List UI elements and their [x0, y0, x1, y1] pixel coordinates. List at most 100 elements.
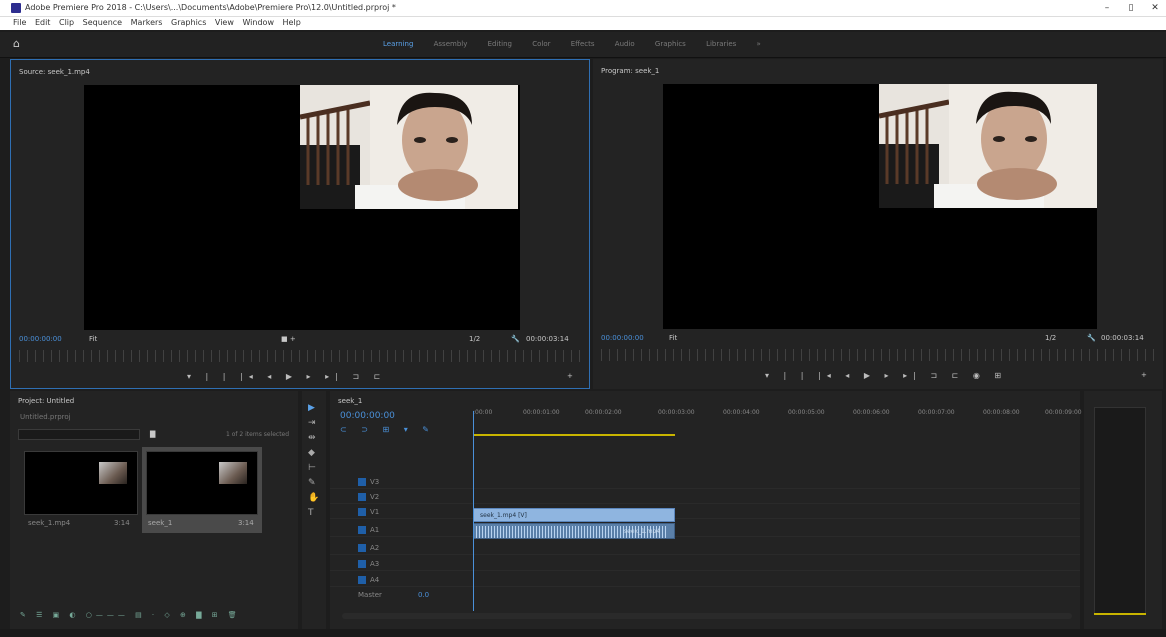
- track-target-toggle[interactable]: [358, 493, 366, 501]
- track-v1[interactable]: V1: [330, 505, 1080, 519]
- menu-help[interactable]: Help: [283, 18, 301, 27]
- workspace-assembly[interactable]: Assembly: [434, 40, 468, 48]
- timeline-ruler[interactable]: :00:00 00:00:01:00 00:00:02:00 00:00:03:…: [473, 409, 1082, 421]
- track-label: V2: [370, 493, 380, 501]
- source-timecode[interactable]: 00:00:00:00: [19, 335, 62, 343]
- program-wrench-icon[interactable]: 🔧: [1087, 334, 1096, 342]
- audio-clip-label: seek_1.mp4: [624, 528, 661, 535]
- master-track-value[interactable]: 0.0: [418, 591, 429, 599]
- source-transport-controls[interactable]: ▾ | | |◂ ◂ ▶ ▸ ▸| ⊐ ⊏: [187, 372, 386, 381]
- menu-sequence[interactable]: Sequence: [83, 18, 122, 27]
- source-video-image: [300, 85, 518, 209]
- playhead[interactable]: [473, 411, 474, 611]
- thumbnail-preview: [99, 462, 127, 484]
- workspace-bar: ⌂ Learning Assembly Editing Color Effect…: [0, 32, 1166, 58]
- close-button[interactable]: ✕: [1144, 0, 1166, 16]
- track-a3[interactable]: A3: [330, 557, 1080, 571]
- timeline-toolbar-icons[interactable]: ⊂ ⊃ ⊞ ▾ ✎: [340, 425, 435, 434]
- track-label: A1: [370, 526, 380, 534]
- program-monitor-tab[interactable]: Program: seek_1: [601, 67, 659, 75]
- program-monitor: Program: seek_1 00:00:00:00 Fit 1/2 🔧 00…: [593, 59, 1163, 389]
- workspace-color[interactable]: Color: [532, 40, 550, 48]
- home-icon[interactable]: ⌂: [13, 38, 25, 50]
- title-bar: Adobe Premiere Pro 2018 - C:\Users\...\D…: [0, 0, 1166, 17]
- track-target-toggle[interactable]: [358, 508, 366, 516]
- timeline-timecode[interactable]: 00:00:00:00: [340, 411, 395, 421]
- track-target-toggle[interactable]: [358, 478, 366, 486]
- thumbnail-preview: [219, 462, 247, 484]
- pen-tool-icon[interactable]: ✎: [308, 478, 316, 488]
- menu-file[interactable]: File: [13, 18, 26, 27]
- program-transport-controls[interactable]: ▾ | | |◂ ◂ ▶ ▸ ▸| ⊐ ⊏ ◉ ⊞: [765, 371, 1007, 380]
- audio-meters-panel: [1084, 391, 1162, 631]
- program-video-frame: [663, 84, 1097, 329]
- source-resolution-dropdown[interactable]: 1/2: [469, 335, 480, 343]
- project-panel-footer-tools[interactable]: ✎ ☰ ▣ ◐ ○——— ▤ · ◇ ⊕ ▇ ⊞ 🗑: [20, 611, 241, 619]
- work-area-bar[interactable]: [473, 434, 675, 436]
- master-track-label: Master: [358, 591, 382, 599]
- track-v3[interactable]: V3: [330, 475, 1080, 489]
- timeline-horizontal-scrollbar[interactable]: [342, 613, 1072, 619]
- maximize-button[interactable]: ▯: [1120, 0, 1142, 16]
- track-target-toggle[interactable]: [358, 560, 366, 568]
- source-wrench-icon[interactable]: 🔧: [511, 335, 520, 343]
- track-label: V3: [370, 478, 380, 486]
- workspace-graphics[interactable]: Graphics: [655, 40, 686, 48]
- menu-clip[interactable]: Clip: [59, 18, 74, 27]
- ruler-tick-label: 00:00:01:00: [523, 409, 560, 416]
- project-item-name[interactable]: seek_1: [148, 519, 172, 527]
- track-select-tool-icon[interactable]: ⇥: [308, 418, 316, 428]
- menu-edit[interactable]: Edit: [35, 18, 51, 27]
- type-tool-icon[interactable]: T: [308, 508, 314, 518]
- source-monitor-tab[interactable]: Source: seek_1.mp4: [19, 68, 90, 76]
- slip-tool-icon[interactable]: ⊢: [308, 463, 316, 473]
- project-item-name[interactable]: seek_1.mp4: [28, 519, 70, 527]
- hand-tool-icon[interactable]: ✋: [308, 493, 319, 503]
- workspace-audio[interactable]: Audio: [615, 40, 635, 48]
- selection-tool-icon[interactable]: ▶: [308, 403, 315, 413]
- menu-window[interactable]: Window: [242, 18, 274, 27]
- source-video-frame: [84, 85, 520, 330]
- window-title: Adobe Premiere Pro 2018 - C:\Users\...\D…: [25, 3, 396, 12]
- source-insert-marker-icon[interactable]: ■ +: [281, 335, 296, 343]
- audio-meter-level: [1094, 613, 1146, 615]
- timeline-tab[interactable]: seek_1: [338, 397, 362, 405]
- project-item-thumbnail[interactable]: [24, 451, 138, 515]
- menu-view[interactable]: View: [215, 18, 234, 27]
- menu-graphics[interactable]: Graphics: [171, 18, 206, 27]
- workspace-editing[interactable]: Editing: [488, 40, 512, 48]
- project-panel: Project: Untitled Untitled.prproj ▇ 1 of…: [10, 391, 298, 631]
- workspace-effects[interactable]: Effects: [571, 40, 595, 48]
- workspace-learning[interactable]: Learning: [383, 40, 413, 48]
- new-bin-icon[interactable]: ▇: [150, 430, 155, 438]
- track-v2[interactable]: V2: [330, 490, 1080, 504]
- project-search-input[interactable]: [18, 429, 140, 440]
- audio-clip[interactable]: seek_1.mp4: [473, 523, 675, 539]
- track-a1[interactable]: A1: [330, 523, 1080, 537]
- workspace-overflow-icon[interactable]: »: [757, 40, 761, 48]
- project-panel-tab[interactable]: Project: Untitled: [18, 397, 74, 405]
- track-target-toggle[interactable]: [358, 544, 366, 552]
- video-clip[interactable]: seek_1.mp4 [V]: [473, 508, 675, 522]
- program-resolution-dropdown[interactable]: 1/2: [1045, 334, 1056, 342]
- minimize-button[interactable]: –: [1096, 0, 1118, 16]
- project-item-selected[interactable]: seek_1 3:14: [142, 447, 262, 533]
- track-a4[interactable]: A4: [330, 573, 1080, 587]
- program-video-image: [879, 84, 1097, 208]
- menu-markers[interactable]: Markers: [131, 18, 163, 27]
- program-fit-dropdown[interactable]: Fit: [669, 334, 677, 342]
- program-timecode[interactable]: 00:00:00:00: [601, 334, 644, 342]
- source-time-ruler[interactable]: [19, 350, 581, 362]
- program-time-ruler[interactable]: [601, 349, 1155, 361]
- track-target-toggle[interactable]: [358, 576, 366, 584]
- razor-tool-icon[interactable]: ◆: [308, 448, 315, 458]
- ruler-tick-label: 00:00:04:00: [723, 409, 760, 416]
- track-target-toggle[interactable]: [358, 526, 366, 534]
- source-fit-dropdown[interactable]: Fit: [89, 335, 97, 343]
- program-button-editor-icon[interactable]: +: [1141, 371, 1147, 379]
- source-button-editor-icon[interactable]: +: [567, 372, 573, 380]
- workspace-libraries[interactable]: Libraries: [706, 40, 736, 48]
- ripple-edit-tool-icon[interactable]: ⇹: [308, 433, 316, 443]
- source-duration: 00:00:03:14: [526, 335, 569, 343]
- track-a2[interactable]: A2: [330, 541, 1080, 555]
